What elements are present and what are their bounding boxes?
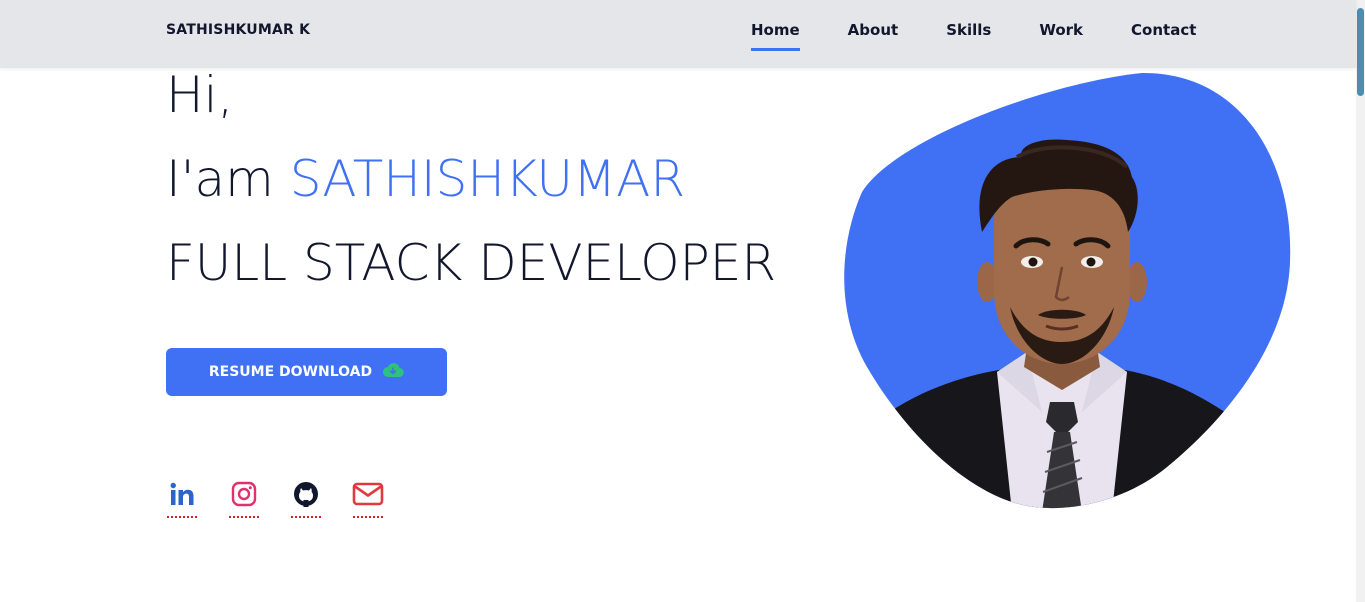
resume-download-button[interactable]: RESUME DOWNLOAD xyxy=(166,348,447,396)
link-underline xyxy=(291,516,321,518)
link-underline xyxy=(167,516,197,518)
linkedin-icon xyxy=(168,480,196,512)
github-icon xyxy=(292,480,320,512)
nav-skills[interactable]: Skills xyxy=(946,21,991,51)
nav-work[interactable]: Work xyxy=(1039,21,1083,51)
hero-intro-prefix: I'am xyxy=(166,150,290,208)
hero-greeting: Hi, xyxy=(166,66,234,124)
nav-about[interactable]: About xyxy=(848,21,899,51)
email-link[interactable] xyxy=(352,480,384,524)
profile-photo xyxy=(844,72,1291,509)
hero-intro: I'am SATHISHKUMAR xyxy=(166,150,685,208)
link-underline xyxy=(353,516,383,518)
resume-download-label: RESUME DOWNLOAD xyxy=(208,364,373,380)
email-icon xyxy=(352,480,384,512)
site-logo[interactable]: SATHISHKUMAR K xyxy=(166,22,310,38)
header: SATHISHKUMAR K Home About Skills Work Co… xyxy=(0,0,1356,68)
nav-contact[interactable]: Contact xyxy=(1131,21,1196,51)
nav-home[interactable]: Home xyxy=(751,21,800,51)
main-nav: Home About Skills Work Contact xyxy=(751,21,1196,51)
scrollbar-thumb[interactable] xyxy=(1357,8,1364,96)
instagram-link[interactable] xyxy=(228,480,260,524)
github-link[interactable] xyxy=(290,480,322,524)
scrollbar[interactable] xyxy=(1356,0,1365,602)
hero-role: FULL STACK DEVELOPER xyxy=(166,234,777,292)
cloud-download-icon xyxy=(382,362,404,382)
link-underline xyxy=(229,516,259,518)
instagram-icon xyxy=(230,480,258,512)
social-links xyxy=(166,480,384,524)
linkedin-link[interactable] xyxy=(166,480,198,524)
hero-name: SATHISHKUMAR xyxy=(289,150,686,208)
